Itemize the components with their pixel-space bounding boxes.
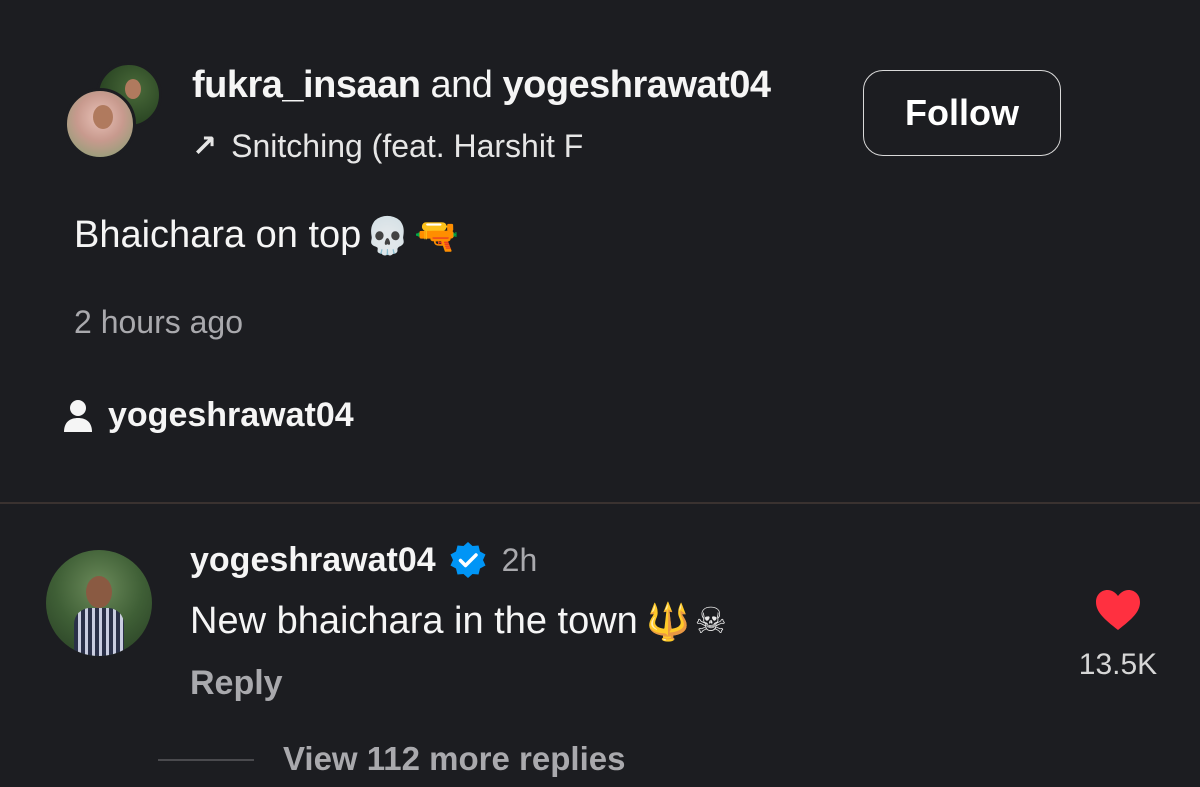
person-icon (64, 399, 92, 432)
comment-username[interactable]: yogeshrawat04 (190, 541, 436, 580)
thread-panel: fukra_insaan and yogeshrawat04 ↗ Snitchi… (0, 0, 1200, 787)
replies-divider-line (158, 759, 254, 761)
skull-emoji-icon: 💀 (365, 215, 411, 257)
avatar-fukra-insaan[interactable] (64, 88, 136, 160)
tagged-username: yogeshrawat04 (108, 396, 354, 434)
comment-header: yogeshrawat04 2h (190, 540, 537, 580)
comment-text: New bhaichara in the town 🔱 ☠ (190, 600, 727, 643)
author-avatars[interactable] (64, 62, 164, 162)
post-time: 2 hours ago (74, 304, 244, 340)
author-name-1[interactable]: fukra_insaan (192, 64, 421, 106)
comment-avatar[interactable] (46, 550, 152, 656)
audio-title: Snitching (feat. Harshit F (231, 127, 584, 164)
audio-link[interactable]: ↗ Snitching (feat. Harshit F (192, 126, 642, 166)
water-pistol-emoji-icon: 🔫 (414, 215, 459, 257)
authors-conjunction: and (430, 64, 493, 106)
post-caption: Bhaichara on top 💀 🔫 (74, 214, 459, 257)
view-more-replies-button[interactable]: View 112 more replies (283, 740, 625, 778)
arrow-up-right-icon: ↗ (192, 129, 218, 163)
reply-button[interactable]: Reply (190, 664, 283, 703)
follow-button[interactable]: Follow (863, 70, 1061, 156)
tagged-people[interactable]: yogeshrawat04 (62, 396, 354, 435)
heart-icon[interactable] (1094, 588, 1142, 632)
comment-time: 2h (501, 541, 538, 578)
comment-body: New bhaichara in the town (190, 600, 638, 642)
section-divider (0, 502, 1200, 504)
caption-text: Bhaichara on top (74, 214, 362, 256)
trident-emoji-icon: 🔱 (645, 601, 691, 643)
skull-and-crossbones-emoji-icon: ☠ (694, 601, 727, 642)
like-count: 13.5K (1078, 648, 1158, 681)
post-authors: fukra_insaan and yogeshrawat04 (192, 64, 771, 107)
author-name-2[interactable]: yogeshrawat04 (502, 64, 771, 106)
verified-badge-icon (450, 542, 486, 578)
